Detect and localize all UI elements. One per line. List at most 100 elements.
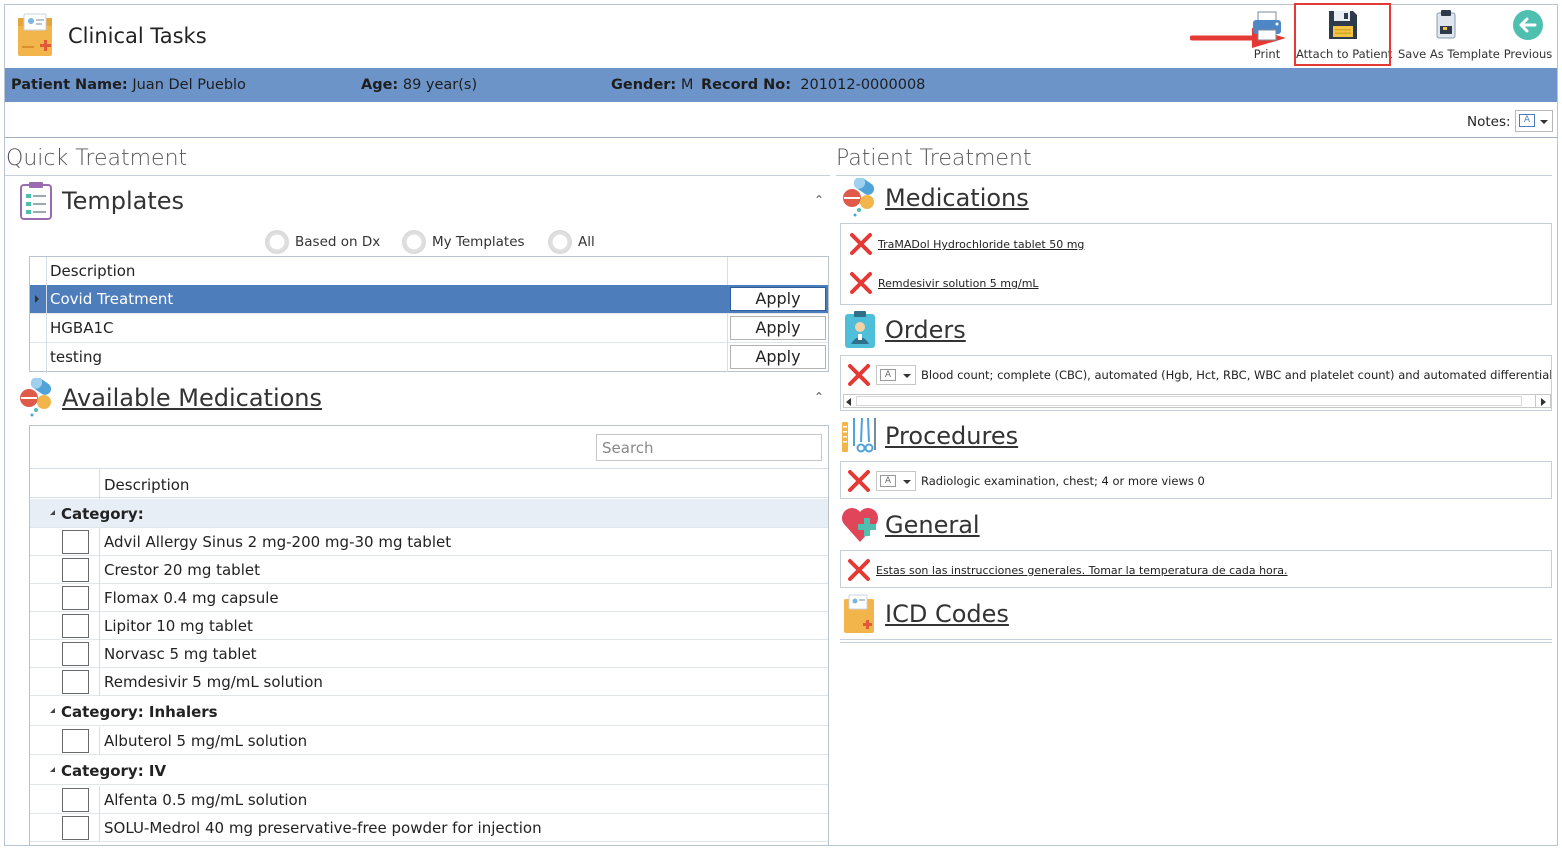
chevron-down-icon (903, 374, 911, 378)
apply-button[interactable]: Apply (730, 345, 826, 369)
order-text: Blood count; complete (CBC), automated (… (921, 368, 1552, 382)
templates-icon (20, 182, 52, 220)
category-group-header[interactable]: Category: (30, 499, 828, 528)
general-instruction-link[interactable]: Estas son las instrucciones generales. T… (876, 564, 1288, 577)
clipboard-icon (1436, 10, 1456, 39)
text-format-icon: A (880, 369, 896, 381)
scroll-right-icon (1541, 398, 1546, 406)
procedures-instruments-icon (842, 417, 876, 453)
templates-grid: Description Covid Treatment Apply HGBA1C… (29, 256, 829, 373)
notes-dropdown[interactable]: A (1515, 110, 1553, 132)
chevron-down-icon (1540, 120, 1548, 124)
remove-x-icon[interactable] (849, 232, 873, 256)
medication-row: Flomax 0.4 mg capsule (30, 584, 828, 612)
previous-button[interactable]: Previous (1500, 6, 1556, 64)
horizontal-scrollbar[interactable] (843, 394, 1551, 408)
remove-x-icon[interactable] (847, 558, 871, 582)
collapse-triangle-icon (50, 510, 55, 515)
patient-treatment-title: Patient Treatment (836, 146, 1032, 171)
divider (5, 175, 830, 176)
medication-link[interactable]: TraMADol Hydrochloride tablet 50 mg (878, 238, 1084, 251)
collapse-medications-icon[interactable]: ⌃ (814, 390, 824, 404)
procedures-list: A Radiologic examination, chest; 4 or mo… (840, 461, 1552, 499)
back-arrow-icon (1513, 10, 1543, 40)
patient-record: Record No: 201012-0000008 (701, 77, 926, 93)
medication-row: Lipitor 10 mg tablet (30, 612, 828, 640)
templates-title: Templates (62, 187, 185, 215)
medication-row: Albuterol 5 mg/mL solution (30, 727, 828, 755)
orders-list: A Blood count; complete (CBC), automated… (840, 355, 1552, 411)
divider (836, 175, 1552, 176)
available-medications-title[interactable]: Available Medications (62, 384, 322, 412)
text-format-icon: A (1519, 114, 1535, 127)
app-title: Clinical Tasks (68, 24, 207, 48)
medication-row: Alfenta 0.5 mg/mL solution (30, 786, 828, 814)
category-group-header[interactable]: Category: IV (30, 756, 828, 785)
order-format-dropdown[interactable]: A (876, 365, 916, 385)
category-group-header[interactable]: Category: Inhalers (30, 697, 828, 726)
icd-codes-title[interactable]: ICD Codes (885, 600, 1009, 628)
patient-name: Patient Name: Juan Del Pueblo (11, 77, 246, 93)
print-button[interactable]: Print (1244, 6, 1290, 64)
pills-icon (20, 378, 52, 417)
medication-row: Advil Allergy Sinus 2 mg-200 mg-30 mg ta… (30, 528, 828, 556)
select-checkbox[interactable] (62, 558, 89, 582)
patient-medications-list: TraMADol Hydrochloride tablet 50 mg Remd… (840, 223, 1552, 305)
patient-age: Age: 89 year(s) (361, 77, 478, 93)
medication-row: Crestor 20 mg tablet (30, 556, 828, 584)
notes-label: Notes: (1467, 114, 1511, 130)
collapse-triangle-icon (50, 708, 55, 713)
procedure-text: Radiologic examination, chest; 4 or more… (921, 474, 1205, 488)
collapse-triangle-icon (50, 767, 55, 772)
select-checkbox[interactable] (62, 530, 89, 554)
templates-header: Description (30, 257, 828, 286)
medication-link[interactable]: Remdesivir solution 5 mg/mL (878, 277, 1039, 290)
remove-x-icon[interactable] (847, 469, 871, 493)
medications-grid: Search Description Category: Advil Aller… (29, 425, 829, 845)
template-row[interactable]: Covid Treatment Apply (30, 285, 828, 314)
select-checkbox[interactable] (62, 614, 89, 638)
general-heart-icon (842, 508, 878, 542)
divider (840, 642, 1552, 643)
select-checkbox[interactable] (62, 816, 89, 840)
general-title[interactable]: General (885, 511, 980, 539)
print-icon (1253, 11, 1281, 41)
remove-x-icon[interactable] (849, 271, 873, 295)
pills-icon (843, 178, 875, 217)
general-list: Estas son las instrucciones generales. T… (840, 550, 1552, 588)
template-row[interactable]: testing Apply (30, 343, 828, 372)
highlight-box-annotation (1294, 3, 1391, 66)
row-indicator-icon (35, 295, 39, 303)
orders-clipboard-icon (845, 311, 875, 348)
medications-header: Description (30, 468, 828, 499)
select-checkbox[interactable] (62, 642, 89, 666)
select-checkbox[interactable] (62, 586, 89, 610)
collapse-templates-icon[interactable]: ⌃ (814, 193, 824, 207)
medication-row: Norvasc 5 mg tablet (30, 640, 828, 668)
orders-title[interactable]: Orders (885, 316, 966, 344)
select-checkbox[interactable] (62, 670, 89, 694)
patient-medications-title[interactable]: Medications (885, 184, 1029, 212)
medication-row: SOLU-Medrol 40 mg preservative-free powd… (30, 814, 828, 842)
select-checkbox[interactable] (62, 729, 89, 753)
search-input[interactable]: Search (596, 434, 822, 461)
patient-info-bar: Patient Name: Juan Del Pueblo Age: 89 ye… (5, 68, 1557, 102)
divider (5, 137, 1557, 138)
apply-button[interactable]: Apply (730, 316, 826, 340)
save-as-template-button[interactable]: Save As Template (1398, 6, 1500, 64)
template-row[interactable]: HGBA1C Apply (30, 314, 828, 343)
scroll-left-icon (846, 398, 851, 406)
icd-codes-list (840, 639, 1552, 640)
patient-gender: Gender: M (611, 77, 694, 93)
procedures-title[interactable]: Procedures (885, 422, 1018, 450)
quick-treatment-title: Quick Treatment (6, 146, 188, 171)
clinical-tasks-icon (18, 13, 52, 56)
select-checkbox[interactable] (62, 788, 89, 812)
medication-row: Remdesivir 5 mg/mL solution (30, 668, 828, 696)
chevron-down-icon (903, 480, 911, 484)
text-format-icon: A (880, 475, 896, 487)
procedure-format-dropdown[interactable]: A (876, 471, 916, 491)
apply-button[interactable]: Apply (730, 287, 826, 311)
icd-codes-icon (844, 594, 874, 633)
remove-x-icon[interactable] (847, 363, 871, 387)
